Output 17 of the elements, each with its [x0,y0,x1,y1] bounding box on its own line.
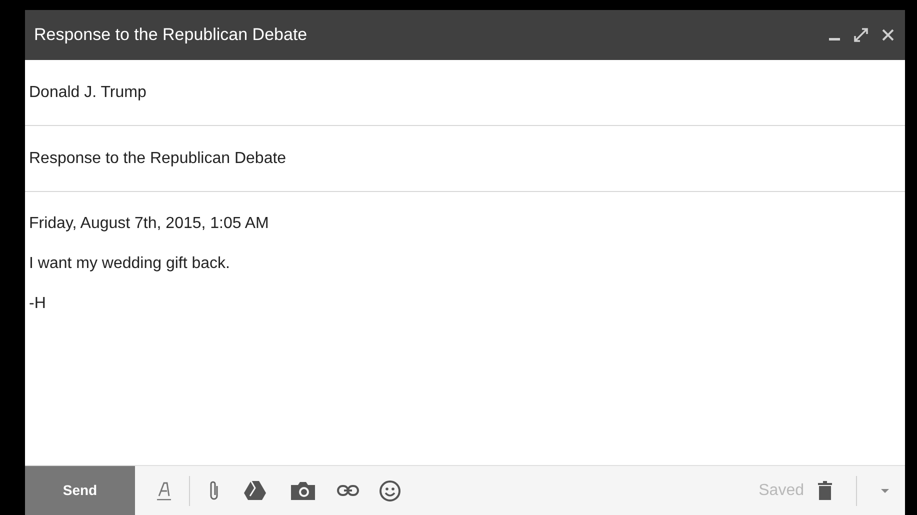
message-line: -H [29,294,47,314]
trash-icon[interactable] [818,481,832,500]
message-line: I want my wedding gift back. [29,254,231,274]
emoji-icon[interactable] [379,480,401,502]
subject-field[interactable]: Response to the Republican Debate [29,146,286,170]
paperclip-icon[interactable] [208,480,220,502]
save-status: Saved [758,480,804,500]
expand-icon[interactable] [854,28,868,42]
window-title: Response to the Republican Debate [34,24,308,46]
formatting-icon[interactable] [157,480,171,500]
message-line: Friday, August 7th, 2015, 1:05 AM [29,214,270,234]
send-button[interactable]: Send [25,466,135,515]
close-icon[interactable] [882,29,894,41]
link-icon[interactable] [337,485,359,496]
dropdown-caret-icon[interactable] [881,488,889,492]
recipient-field[interactable]: Donald J. Trump [29,80,146,104]
camera-icon[interactable] [291,481,315,500]
